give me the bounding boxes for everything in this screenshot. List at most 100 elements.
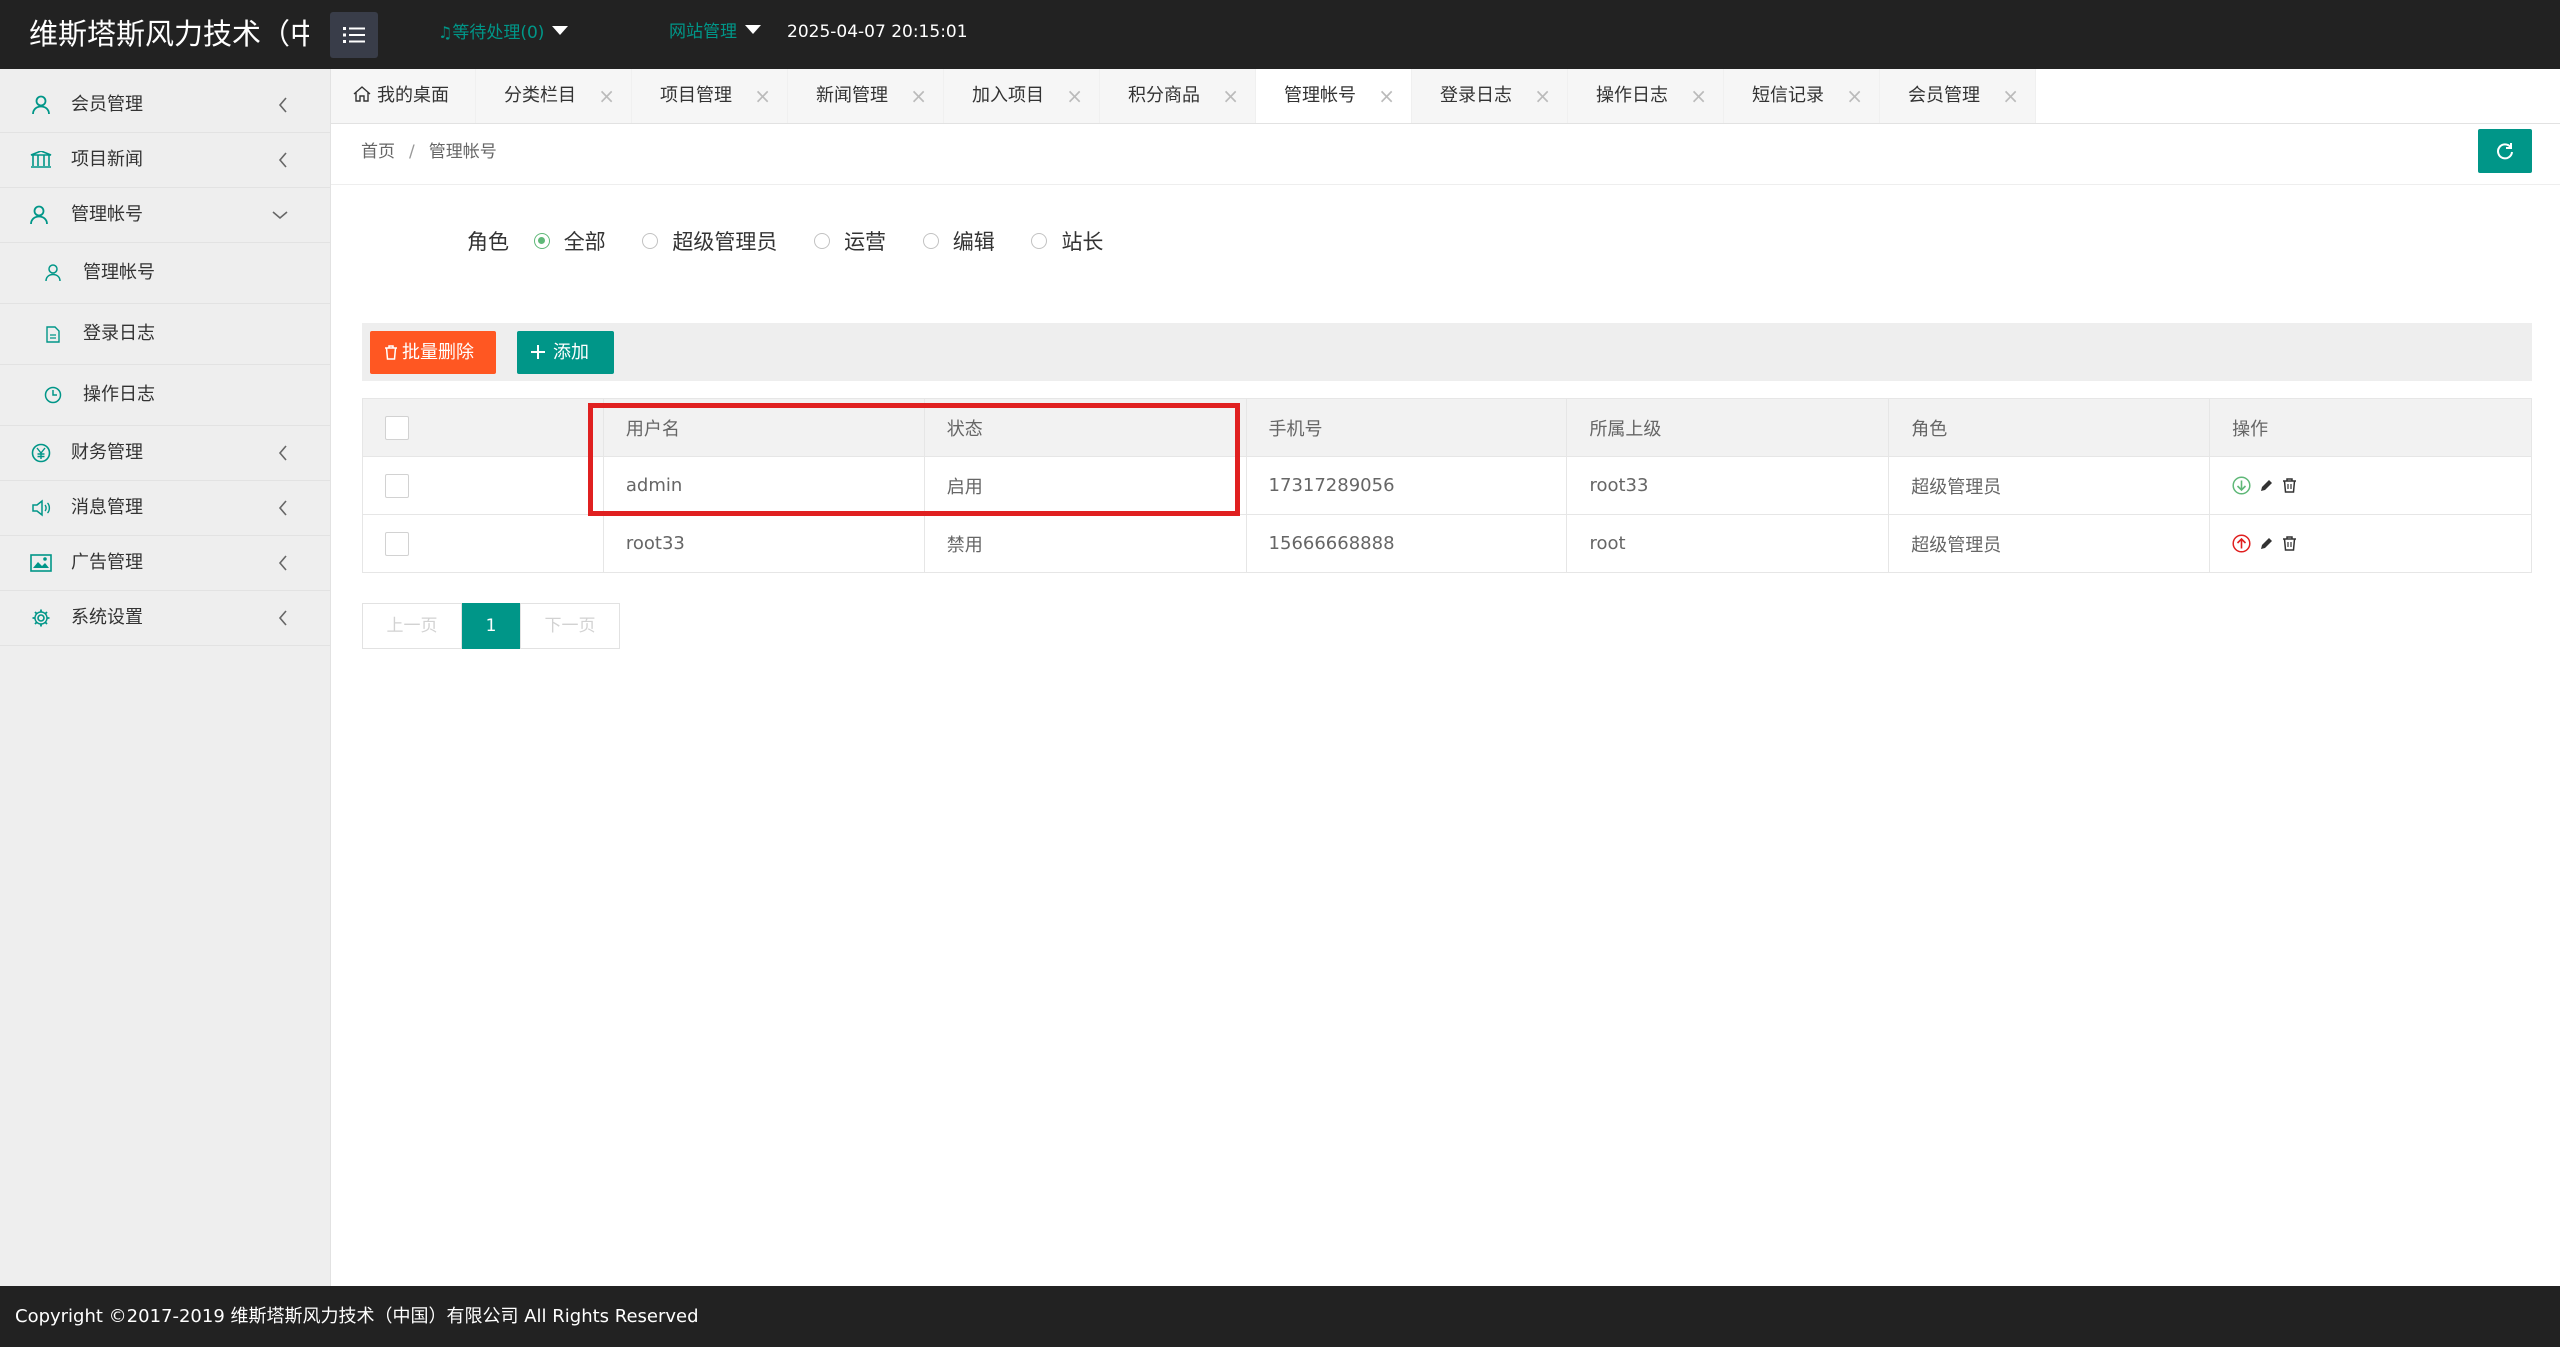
prev-page-button[interactable]: 上一页 — [362, 603, 462, 649]
tab-label: 新闻管理 — [816, 85, 888, 106]
refresh-icon — [2497, 143, 2513, 160]
edit-icon[interactable] — [2259, 536, 2274, 551]
close-icon[interactable]: × — [1378, 69, 1395, 123]
sidebar-subitem-admin-account[interactable]: 管理帐号 — [0, 243, 330, 304]
tab-member-mgmt[interactable]: 会员管理 × — [1880, 69, 2036, 123]
menu-toggle-button[interactable] — [330, 12, 378, 58]
row-checkbox[interactable] — [385, 473, 409, 498]
chevron-left-icon — [278, 481, 288, 535]
close-icon[interactable]: × — [1066, 69, 1083, 123]
delete-icon[interactable] — [2282, 536, 2297, 551]
clock-icon — [42, 365, 64, 425]
library-icon — [28, 133, 54, 187]
user-icon — [42, 243, 64, 303]
role-radio-super-admin[interactable]: 超级管理员 — [642, 222, 777, 262]
cell-actions — [2209, 456, 2532, 515]
sidebar-item-label: 广告管理 — [71, 552, 143, 573]
close-icon[interactable]: × — [1846, 69, 1863, 123]
close-icon[interactable]: × — [754, 69, 771, 123]
tab-category[interactable]: 分类栏目 × — [476, 69, 632, 123]
sidebar-item-project-news[interactable]: 项目新闻 — [0, 133, 330, 188]
site-management-dropdown[interactable]: 网站管理 — [669, 0, 761, 65]
sidebar-item-label: 项目新闻 — [71, 149, 143, 170]
pending-dropdown[interactable]: ♫等待处理(0) — [438, 0, 569, 65]
next-page-button[interactable]: 下一页 — [520, 603, 620, 649]
tab-label: 管理帐号 — [1284, 85, 1356, 106]
close-icon[interactable]: × — [1690, 69, 1707, 123]
sidebar-item-settings[interactable]: 系统设置 — [0, 591, 330, 646]
sidebar-item-label: 消息管理 — [71, 497, 143, 518]
tab-label: 登录日志 — [1440, 85, 1512, 106]
close-icon[interactable]: × — [1534, 69, 1551, 123]
tab-operation-log[interactable]: 操作日志 × — [1568, 69, 1724, 123]
radio-label: 编辑 — [952, 230, 995, 254]
cell-parent: root33 — [1566, 456, 1890, 515]
sidebar-item-finance[interactable]: 财务管理 — [0, 426, 330, 481]
plus-icon — [531, 342, 553, 363]
admin-table: 用户名 状态 手机号 所属上级 角色 操作 admin 启用 173172890… — [362, 398, 2532, 573]
sidebar-item-label: 会员管理 — [71, 94, 143, 115]
sidebar-subitem-operation-log[interactable]: 操作日志 — [0, 365, 330, 426]
tab-points-goods[interactable]: 积分商品 × — [1100, 69, 1256, 123]
close-icon[interactable]: × — [1222, 69, 1239, 123]
cell-actions — [2209, 514, 2532, 573]
table-toolbar: 批量删除 添加 — [362, 323, 2532, 381]
tab-label: 短信记录 — [1752, 85, 1824, 106]
radio-unchecked-icon — [922, 233, 939, 249]
sidebar-item-ads[interactable]: 广告管理 — [0, 536, 330, 591]
current-datetime: 2025-04-07 20:15:01 — [787, 22, 968, 42]
site-management-label: 网站管理 — [669, 22, 737, 42]
footer: Copyright ©2017-2019 维斯塔斯风力技术（中国）有限公司 Al… — [0, 1286, 2560, 1347]
column-header-role: 角色 — [1888, 398, 2211, 457]
sidebar-item-member[interactable]: 会员管理 — [0, 78, 330, 133]
column-header-actions: 操作 — [2209, 398, 2532, 457]
close-icon[interactable]: × — [598, 69, 615, 123]
radio-unchecked-icon — [642, 233, 659, 249]
breadcrumb-home[interactable]: 首页 — [361, 142, 395, 162]
tab-project-mgmt[interactable]: 项目管理 × — [632, 69, 788, 123]
app-logo-title[interactable]: 维斯塔斯风力技术（中 — [29, 0, 309, 69]
radio-label: 超级管理员 — [672, 230, 778, 254]
gear-icon — [28, 591, 54, 645]
table-row: admin 启用 17317289056 root33 超级管理员 — [362, 456, 2532, 515]
sidebar-item-label: 财务管理 — [71, 442, 143, 463]
close-icon[interactable]: × — [2002, 69, 2019, 123]
close-icon[interactable]: × — [910, 69, 927, 123]
file-icon — [42, 304, 64, 364]
chevron-left-icon — [278, 426, 288, 480]
select-all-checkbox[interactable] — [385, 415, 409, 440]
cell-phone: 15666668888 — [1245, 514, 1568, 573]
tab-login-log[interactable]: 登录日志 × — [1412, 69, 1568, 123]
role-radio-all[interactable]: 全部 — [533, 222, 606, 262]
batch-delete-button[interactable]: 批量删除 — [370, 331, 496, 374]
up-circle-icon[interactable] — [2232, 534, 2251, 553]
tab-sms-records[interactable]: 短信记录 × — [1724, 69, 1880, 123]
role-radio-operations[interactable]: 运营 — [814, 222, 886, 262]
role-radio-webmaster[interactable]: 站长 — [1031, 222, 1103, 262]
delete-icon[interactable] — [2282, 478, 2297, 493]
sidebar-subitem-label: 操作日志 — [83, 384, 155, 405]
sidebar-item-message[interactable]: 消息管理 — [0, 481, 330, 536]
top-header: 维斯塔斯风力技术（中 ♫等待处理(0) 网站管理 2025-04-07 20:1… — [0, 0, 2560, 69]
tab-news-mgmt[interactable]: 新闻管理 × — [788, 69, 944, 123]
refresh-button[interactable] — [2478, 129, 2532, 173]
tab-join-project[interactable]: 加入项目 × — [944, 69, 1100, 123]
sidebar-item-admin-account[interactable]: 管理帐号 — [0, 188, 330, 243]
add-button[interactable]: 添加 — [517, 331, 614, 374]
caret-down-icon — [552, 25, 569, 35]
page-1-button[interactable]: 1 — [462, 603, 520, 649]
copyright-text: Copyright ©2017-2019 维斯塔斯风力技术（中国）有限公司 Al… — [15, 1306, 699, 1327]
tab-label: 项目管理 — [660, 85, 732, 106]
cell-parent: root — [1566, 514, 1890, 573]
edit-icon[interactable] — [2259, 478, 2274, 493]
tab-label: 操作日志 — [1596, 85, 1668, 106]
tab-desktop[interactable]: 我的桌面 — [331, 69, 476, 123]
sidebar-item-label: 系统设置 — [71, 607, 143, 628]
role-radio-editor[interactable]: 编辑 — [922, 222, 995, 262]
tab-admin-account[interactable]: 管理帐号 × — [1256, 69, 1412, 123]
pagination: 上一页 1 下一页 — [362, 603, 620, 649]
radio-label: 运营 — [844, 230, 887, 254]
row-checkbox[interactable] — [385, 531, 409, 556]
sidebar-subitem-login-log[interactable]: 登录日志 — [0, 304, 330, 365]
down-circle-icon[interactable] — [2232, 476, 2251, 495]
